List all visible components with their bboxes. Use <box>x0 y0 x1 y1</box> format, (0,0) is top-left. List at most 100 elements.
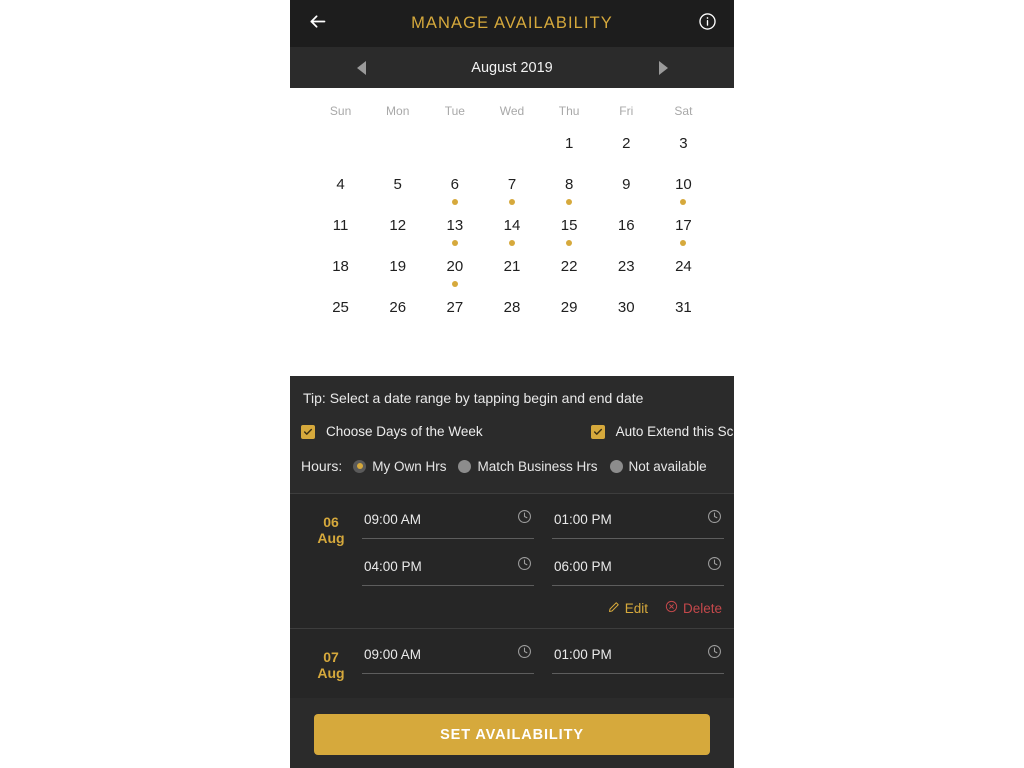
calendar-day-9[interactable]: 9 <box>598 175 655 216</box>
radio-not-available[interactable]: Not available <box>609 459 707 474</box>
calendar-day-number: 29 <box>560 299 578 316</box>
calendar-day-26[interactable]: 26 <box>369 298 426 339</box>
month-navigation-bar: August 2019 <box>290 47 734 88</box>
pencil-icon <box>608 601 620 616</box>
clock-icon <box>707 509 722 529</box>
slot-actions: Edit Delete <box>362 600 724 618</box>
availability-dot-icon <box>508 199 515 205</box>
phone-screen: MANAGE AVAILABILITY August 2019 Sun Mon Tu… <box>290 0 734 768</box>
calendar-day-16[interactable]: 16 <box>598 216 655 257</box>
calendar-day-2[interactable]: 2 <box>598 134 655 175</box>
slot-date-day: 06 <box>323 514 339 530</box>
info-button[interactable] <box>692 9 722 39</box>
checkbox-checked-icon <box>590 424 605 439</box>
calendar-day-number: 16 <box>617 217 635 234</box>
calendar-day-15[interactable]: 15 <box>541 216 598 257</box>
end-time-field[interactable]: 06:00 PM <box>552 553 724 586</box>
calendar-day-4[interactable]: 4 <box>312 175 369 216</box>
calendar-day-25[interactable]: 25 <box>312 298 369 339</box>
calendar-weekday-fri: Fri <box>619 104 634 118</box>
calendar-day-18[interactable]: 18 <box>312 257 369 298</box>
calendar-day-14[interactable]: 14 <box>483 216 540 257</box>
calendar-day-number: 17 <box>675 217 692 234</box>
calendar-day-empty <box>369 134 426 175</box>
checkbox-label: Auto Extend this Schedule <box>615 424 734 439</box>
calendar-day-number: 23 <box>617 258 635 275</box>
availability-dot-icon <box>451 240 458 246</box>
calendar-day-5[interactable]: 5 <box>369 175 426 216</box>
calendar-day-12[interactable]: 12 <box>369 216 426 257</box>
start-time-field[interactable]: 09:00 AM <box>362 641 534 674</box>
calendar-day-number: 27 <box>446 299 464 316</box>
time-slot-group: 06 Aug 09:00 AM 01:00 PM 04:00 PM 06:00 PM Edi… <box>290 493 734 628</box>
calendar-day-10[interactable]: 10 <box>655 175 712 216</box>
previous-month-button[interactable] <box>348 55 374 81</box>
checkbox-checked-icon <box>301 424 315 439</box>
calendar-day-22[interactable]: 22 <box>541 257 598 298</box>
radio-label: My Own Hrs <box>372 458 447 474</box>
clock-icon <box>517 644 532 664</box>
edit-slot-button[interactable]: Edit <box>608 601 648 616</box>
checkbox-choose-days-of-week[interactable]: Choose Days of the Week <box>301 424 483 439</box>
end-time-field[interactable]: 01:00 PM <box>552 641 724 674</box>
calendar-day-number: 31 <box>675 299 692 316</box>
calendar-weekday-mon: Mon <box>386 104 410 118</box>
calendar-day-6[interactable]: 6 <box>426 175 483 216</box>
calendar-day-number: 25 <box>332 299 349 316</box>
slot-date: 07 Aug <box>300 641 362 688</box>
calendar-day-number: 1 <box>564 135 574 152</box>
time-value: 04:00 PM <box>364 558 422 574</box>
calendar-day-8[interactable]: 8 <box>541 175 598 216</box>
chevron-right-icon <box>658 60 668 75</box>
calendar-day-3[interactable]: 3 <box>655 134 712 175</box>
calendar-day-number: 14 <box>503 217 521 234</box>
options-checkbox-row: Choose Days of the Week Auto Extend this… <box>290 406 734 439</box>
end-time-field[interactable]: 01:00 PM <box>552 506 724 539</box>
availability-panel: Tip: Select a date range by tapping begi… <box>290 376 734 768</box>
calendar-day-number: 5 <box>393 176 402 193</box>
calendar-day-28[interactable]: 28 <box>483 298 540 339</box>
calendar-day-31[interactable]: 31 <box>655 298 712 339</box>
calendar-day-24[interactable]: 24 <box>655 257 712 298</box>
calendar-weekday-thu: Thu <box>558 104 580 118</box>
availability-dot-icon <box>680 199 687 205</box>
back-button[interactable] <box>302 9 332 39</box>
checkbox-auto-extend-schedule[interactable]: Auto Extend this Schedule <box>590 424 734 439</box>
slot-date-month: Aug <box>317 665 345 681</box>
calendar-day-empty <box>426 134 483 175</box>
calendar-day-13[interactable]: 13 <box>426 216 483 257</box>
calendar-day-23[interactable]: 23 <box>598 257 655 298</box>
calendar-day-number: 8 <box>564 176 574 193</box>
edit-label: Edit <box>624 600 648 616</box>
delete-slot-button[interactable]: Delete <box>665 600 722 616</box>
calendar-day-number: 2 <box>622 135 631 152</box>
radio-match-business-hrs[interactable]: Match Business Hrs <box>458 459 598 474</box>
calendar-day-11[interactable]: 11 <box>312 216 369 257</box>
calendar-day-29[interactable]: 29 <box>541 298 598 339</box>
calendar-day-number: 3 <box>679 135 688 152</box>
time-range-row: 04:00 PM 06:00 PM <box>362 553 724 586</box>
calendar-day-number: 10 <box>675 176 692 193</box>
calendar-day-27[interactable]: 27 <box>426 298 483 339</box>
calendar-day-21[interactable]: 21 <box>483 257 540 298</box>
calendar-day-7[interactable]: 7 <box>483 175 540 216</box>
calendar-day-number: 19 <box>389 258 407 275</box>
calendar-day-30[interactable]: 30 <box>598 298 655 339</box>
time-value: 01:00 PM <box>554 646 612 662</box>
calendar-day-17[interactable]: 17 <box>655 216 712 257</box>
calendar-day-1[interactable]: 1 <box>541 134 598 175</box>
radio-my-own-hrs[interactable]: My Own Hrs <box>353 459 446 474</box>
start-time-field[interactable]: 09:00 AM <box>362 506 534 539</box>
calendar-day-number: 4 <box>336 176 345 193</box>
radio-unselected-icon <box>609 459 623 473</box>
time-value: 09:00 AM <box>364 511 422 527</box>
calendar-weekday-sat: Sat <box>674 104 693 118</box>
set-availability-button[interactable]: SET AVAILABILITY <box>314 714 710 755</box>
calendar-day-19[interactable]: 19 <box>369 257 426 298</box>
next-month-button[interactable] <box>650 55 676 81</box>
start-time-field[interactable]: 04:00 PM <box>362 553 534 586</box>
calendar-day-20[interactable]: 20 <box>426 257 483 298</box>
calendar-day-number: 12 <box>389 217 407 234</box>
clock-icon <box>517 556 532 576</box>
delete-label: Delete <box>682 600 722 616</box>
